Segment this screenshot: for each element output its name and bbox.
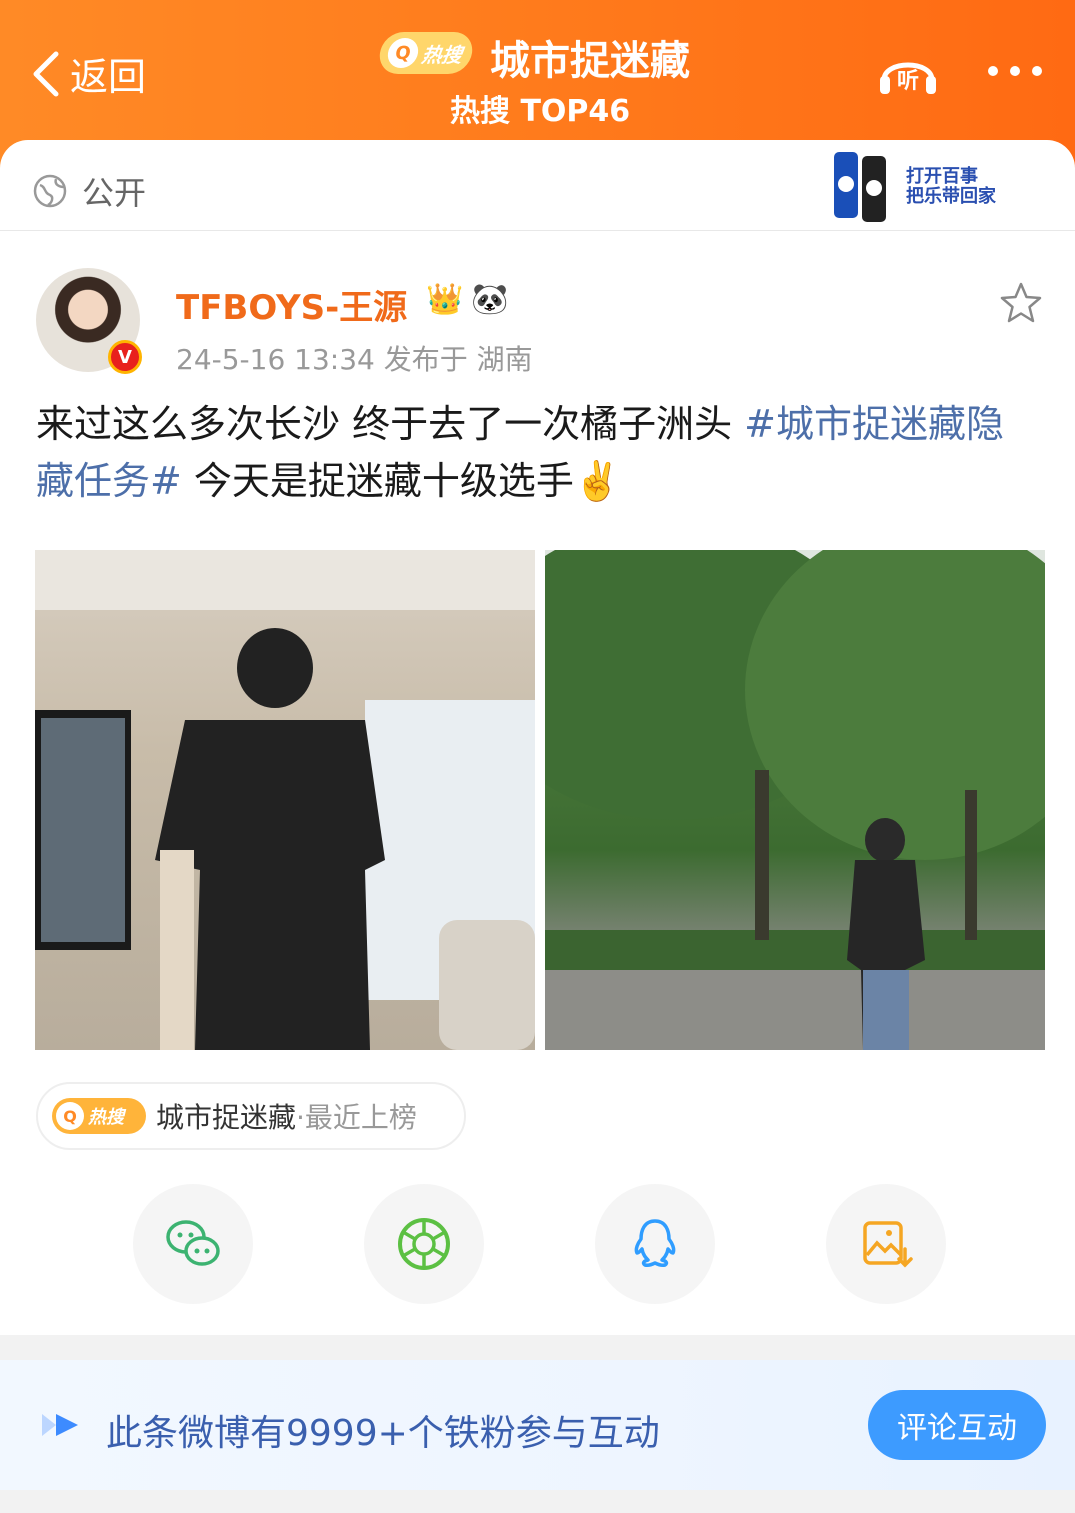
post-photo-2[interactable] xyxy=(545,550,1045,1050)
verified-badge: V xyxy=(108,340,142,374)
hot-topic-name: 城市捉迷藏 xyxy=(156,1101,297,1134)
share-moments-button[interactable] xyxy=(364,1184,484,1304)
fans-interaction-bar: 此条微博有9999+个铁粉参与互动 评论互动 xyxy=(0,1360,1075,1490)
fans-count-text: 此条微博有9999+个铁粉参与互动 xyxy=(106,1413,660,1454)
star-favorite-icon[interactable] xyxy=(998,280,1044,326)
hot-search-badge: Q 热搜 xyxy=(52,1098,146,1134)
user-badges: 👑 🐼 xyxy=(426,282,509,317)
username[interactable]: TFBOYS-王源 xyxy=(176,280,407,329)
pepsi-ad-banner[interactable]: 打开百事 把乐带回家 xyxy=(828,140,998,226)
back-button[interactable]: 返回 xyxy=(28,46,146,101)
listen-headphones-icon[interactable]: 听 xyxy=(876,46,940,98)
hot-topic-status: ·最近上榜 xyxy=(296,1101,417,1134)
more-options-button[interactable] xyxy=(988,66,1042,76)
post-text-prefix: 来过这么多次长沙 终于去了一次橘子洲头 xyxy=(36,402,745,446)
post-text: 来过这么多次长沙 终于去了一次橘子洲头 #城市捉迷藏隐藏任务# 今天是捉迷藏十级… xyxy=(36,396,1041,510)
post-text-suffix: 今天是捉迷藏十级选手✌️ xyxy=(181,459,622,503)
ad-text-line1: 打开百事 xyxy=(906,165,978,187)
dot-icon xyxy=(1032,66,1042,76)
page-title: 城市捉迷藏 xyxy=(490,38,690,84)
page-subtitle: 热搜 TOP46 xyxy=(450,94,631,129)
listen-label: 听 xyxy=(897,69,919,94)
visibility-label: 公开 xyxy=(82,174,147,212)
dot-icon xyxy=(988,66,998,76)
crown-badge-icon: 👑 xyxy=(426,282,464,317)
hot-search-badge: Q 热搜 xyxy=(377,32,475,74)
moments-icon xyxy=(398,1218,450,1270)
double-chevron-icon xyxy=(42,1414,78,1436)
visibility-indicator: 公开 xyxy=(32,168,146,214)
chevron-left-icon xyxy=(33,51,59,96)
globe-icon xyxy=(33,174,67,208)
qq-icon xyxy=(634,1219,676,1267)
save-image-button[interactable] xyxy=(826,1184,946,1304)
divider xyxy=(0,230,1075,231)
back-label: 返回 xyxy=(70,55,147,99)
hot-topic-chip[interactable]: Q 热搜 城市捉迷藏 ·最近上榜 xyxy=(36,1082,466,1150)
post-card: 公开 打开百事 把乐带回家 V TFBOYS-王源 👑 🐼 24-5-16 13… xyxy=(0,140,1075,1335)
panda-badge-icon: 🐼 xyxy=(471,282,509,317)
save-image-icon xyxy=(863,1221,913,1268)
hot-badge-label: 热搜 xyxy=(420,42,464,67)
wechat-icon xyxy=(166,1220,220,1266)
hot-badge-label: 热搜 xyxy=(88,1107,124,1128)
post-meta: 24-5-16 13:34 发布于 湖南 xyxy=(176,343,533,376)
search-icon: Q xyxy=(385,38,421,68)
share-qq-button[interactable] xyxy=(595,1184,715,1304)
ad-text-line2: 把乐带回家 xyxy=(906,185,997,207)
dot-icon xyxy=(1010,66,1020,76)
search-icon: Q xyxy=(56,1102,84,1130)
post-photo-1[interactable] xyxy=(35,550,535,1050)
comment-interact-button[interactable]: 评论互动 xyxy=(868,1390,1046,1460)
share-wechat-button[interactable] xyxy=(133,1184,253,1304)
